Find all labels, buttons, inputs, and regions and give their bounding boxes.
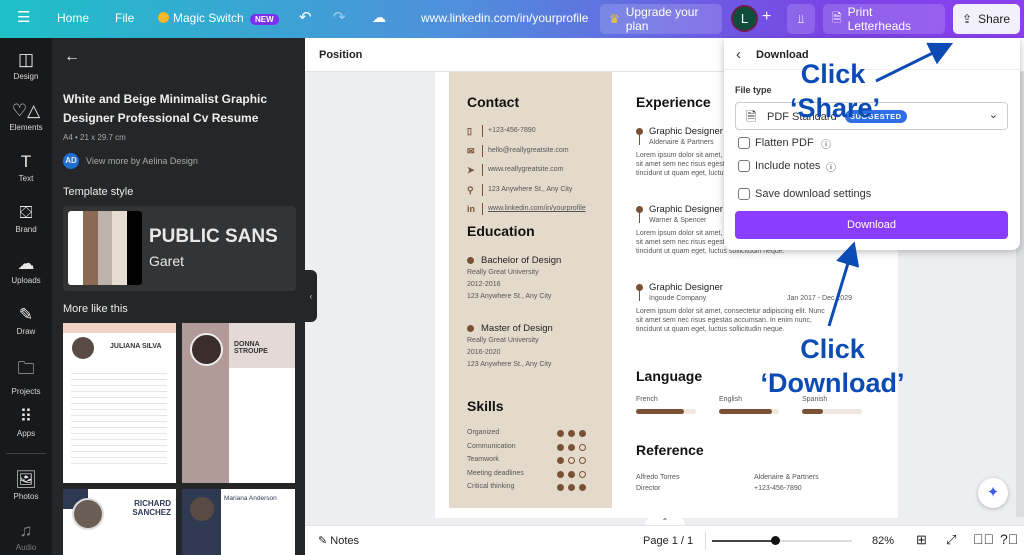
notes-label: Notes: [330, 535, 360, 547]
notes-icon: ✎: [318, 535, 328, 547]
annotation-line: Click: [800, 59, 866, 89]
check-circle-icon[interactable]: ✓⃝: [973, 531, 994, 547]
annotation-line: ‘Download’: [760, 368, 905, 398]
zoom-slider-handle[interactable]: [771, 536, 781, 545]
help-icon[interactable]: ?⃝: [1000, 531, 1018, 547]
annotation-line: Click: [800, 334, 865, 364]
arrow-to-download: [827, 241, 860, 327]
bottom-bar: ✎ Notes Page 1 / 1 82% ⊞ ⤢ ✓⃝ ?⃝: [305, 525, 1024, 555]
annotation-click-share: Click ‘Share’: [790, 57, 881, 125]
annotation-line: ‘Share’: [790, 93, 881, 123]
divider: [705, 532, 706, 550]
notes-button[interactable]: ✎ Notes: [318, 534, 359, 547]
page-indicator[interactable]: Page 1 / 1: [643, 535, 693, 547]
fullscreen-icon[interactable]: ⤢: [946, 532, 956, 548]
arrow-to-share: [875, 42, 954, 83]
grid-view-icon[interactable]: ⊞: [916, 532, 927, 548]
zoom-slider[interactable]: [712, 536, 852, 545]
magic-assistant-icon[interactable]: ✦: [978, 478, 1008, 508]
annotation-click-download: Click ‘Download’: [760, 332, 905, 400]
zoom-level[interactable]: 82%: [872, 535, 894, 547]
